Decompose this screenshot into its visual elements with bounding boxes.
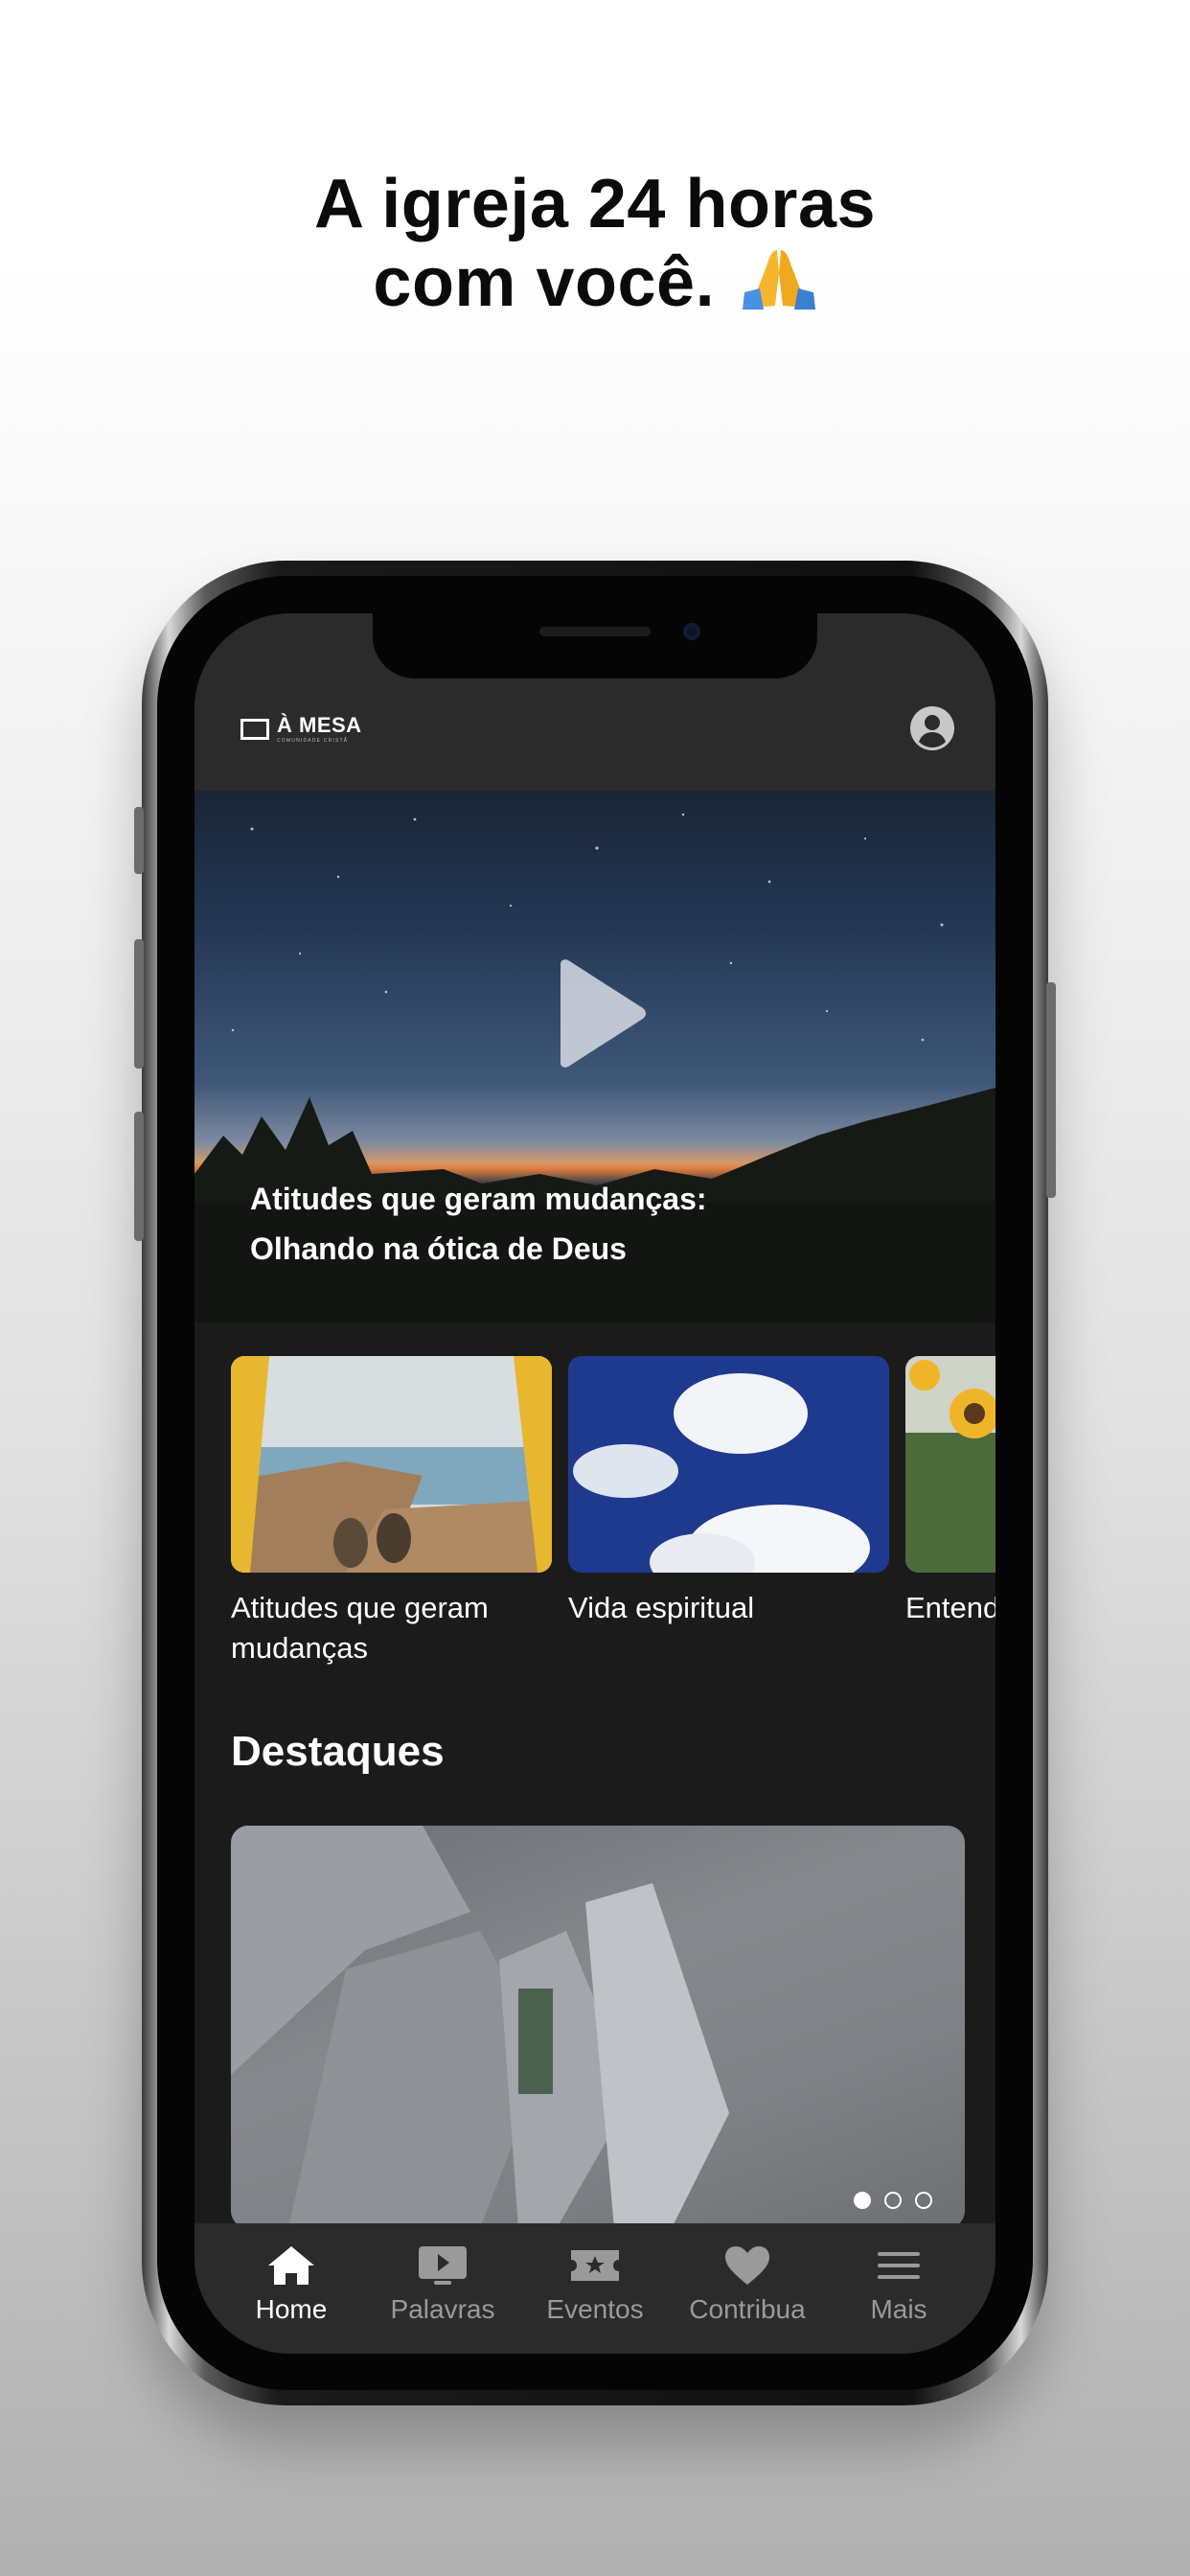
volume-down-button [134,1112,144,1241]
headline-line-2: com você. [0,243,1190,322]
series-card[interactable]: Entenda os dons [905,1356,995,1628]
play-icon[interactable] [553,958,649,1069]
carousel-dots[interactable] [854,2192,932,2209]
volume-up-button [134,939,144,1069]
tab-home[interactable]: Home [219,2244,363,2325]
logo-main-text: À MESA [277,713,362,737]
series-card[interactable]: Atitudes que geram mudanças [231,1356,552,1668]
hero-title-line-1: Atitudes que geram mudanças: [250,1182,707,1216]
hero-video[interactable]: Atitudes que geram mudanças: Olhando na … [195,791,995,1322]
logo-sub-text: COMUNIDADE CRISTÃ [277,738,349,744]
section-title-destaques: Destaques [231,1728,445,1775]
home-icon [268,2246,314,2285]
card-title: Atitudes que geram mudanças [231,1591,489,1665]
series-card[interactable]: Vida espiritual [568,1356,889,1628]
hero-title-line-2: Olhando na ótica de Deus [250,1231,627,1266]
logo-text: À MESA COMUNIDADE CRISTÃ [277,713,362,745]
menu-icon [878,2252,920,2279]
marketing-headline: A igreja 24 horas com você. [0,165,1190,322]
play-screen-icon [419,2246,467,2285]
card-image-tent [231,1356,552,1573]
profile-icon[interactable] [909,705,955,751]
bottom-tab-bar: Home Palavras Eventos Contribua Mais [195,2223,995,2354]
praying-hands-icon [742,250,815,310]
headline-line-2-text: com você. [373,244,716,321]
app-screen: À MESA COMUNIDADE CRISTÃ Atitudes que ge… [195,613,995,2354]
speaker [539,627,651,636]
featured-banner[interactable] [231,1826,965,2228]
card-image-clouds [568,1356,889,1573]
featured-image [231,1826,729,2228]
tab-label: Mais [870,2294,927,2324]
brand-logo[interactable]: À MESA COMUNIDADE CRISTÃ [240,715,362,744]
tab-label: Contribua [689,2294,806,2324]
carousel-dot[interactable] [884,2192,902,2209]
power-button [1046,982,1056,1198]
card-title: Entenda os dons [905,1591,995,1624]
tab-label: Palavras [390,2294,495,2324]
series-carousel[interactable]: Atitudes que geram mudanças Vida espirit… [231,1356,995,1672]
notch [373,613,817,678]
hero-title: Atitudes que geram mudanças: Olhando na … [250,1174,707,1274]
tab-label: Eventos [546,2294,644,2324]
tab-label: Home [255,2294,328,2324]
tab-contribua[interactable]: Contribua [675,2244,819,2325]
logo-frame-icon [240,719,269,740]
card-image-sunflowers [905,1356,995,1573]
tab-eventos[interactable]: Eventos [523,2244,667,2325]
carousel-dot[interactable] [915,2192,932,2209]
heart-icon [725,2246,769,2285]
card-title: Vida espiritual [568,1591,755,1624]
tab-palavras[interactable]: Palavras [371,2244,515,2325]
headline-line-1: A igreja 24 horas [313,166,877,242]
tab-mais[interactable]: Mais [827,2244,971,2325]
mute-switch [134,807,144,874]
carousel-dot[interactable] [854,2192,871,2209]
front-camera [683,623,700,640]
ticket-star-icon [571,2250,619,2281]
